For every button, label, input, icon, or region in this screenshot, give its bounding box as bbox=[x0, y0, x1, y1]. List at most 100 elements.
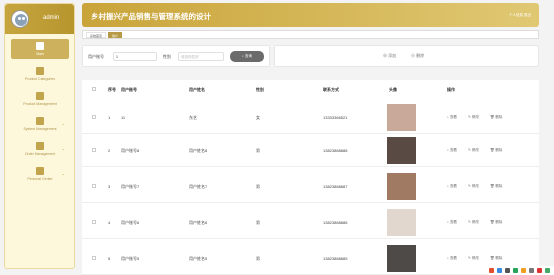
search-button[interactable]: ⌕ 查询 bbox=[230, 51, 264, 62]
app-icon[interactable] bbox=[529, 268, 534, 273]
edit-button[interactable]: ✎ 修改 bbox=[468, 256, 479, 261]
row-account: 用户账号7 bbox=[121, 184, 140, 189]
sidebar-item-home[interactable]: Main bbox=[11, 39, 69, 59]
select-all-checkbox[interactable] bbox=[92, 87, 96, 91]
row-checkbox[interactable] bbox=[92, 256, 96, 260]
row-checkbox[interactable] bbox=[92, 115, 96, 119]
delete-label: 删除 bbox=[495, 148, 503, 152]
sidebar-item-products[interactable]: Product Management bbox=[11, 89, 69, 106]
action-panel: ⊕ 添加 ⊖ 删除 bbox=[274, 45, 539, 67]
sidebar-item-label: System Management bbox=[23, 127, 57, 131]
delete-button[interactable]: 🗑 删除 bbox=[490, 115, 502, 120]
breadcrumb-home[interactable]: 系统首页 bbox=[86, 32, 107, 38]
row-index: 3 bbox=[108, 184, 111, 189]
row-gender: 男 bbox=[256, 148, 260, 153]
sidebar-item-categories[interactable]: Product Categories bbox=[11, 64, 69, 81]
app-icon[interactable] bbox=[505, 268, 510, 273]
edit-button[interactable]: ✎ 修改 bbox=[468, 115, 479, 120]
view-button[interactable]: ⌕ 查看 bbox=[447, 148, 457, 153]
delete-button[interactable]: 🗑 删除 bbox=[490, 184, 502, 189]
app-icon[interactable] bbox=[497, 268, 502, 273]
user-photo bbox=[387, 173, 416, 200]
app-icon[interactable] bbox=[521, 268, 526, 273]
header-actions: 操作 bbox=[447, 87, 455, 92]
breadcrumb-current[interactable]: 用户 bbox=[108, 32, 123, 38]
sidebar-item-profile[interactable]: Personal Center ⌄ bbox=[11, 164, 69, 181]
edit-button[interactable]: ✎ 修改 bbox=[468, 148, 479, 153]
row-account: 11 bbox=[121, 115, 126, 120]
header-phone[interactable]: 联系方式 bbox=[323, 87, 339, 93]
table-row: 4 用户账号6 用户姓名6 男 13823888886 ⌕ 查看 ✎ 修改 🗑 删除 bbox=[82, 206, 539, 239]
view-label: 查看 bbox=[449, 148, 457, 152]
delete-label: 删除 bbox=[495, 115, 503, 119]
user-photo bbox=[387, 245, 416, 272]
user-icon bbox=[36, 167, 44, 175]
table-row: 2 用户账号8 用户姓名8 男 13823888888 ⌕ 查看 ✎ 修改 🗑 删除 bbox=[82, 134, 539, 167]
bulk-delete-label: 删除 bbox=[416, 53, 425, 58]
breadcrumb: 系统首页 用户 bbox=[82, 30, 539, 39]
table-row: 3 用户账号7 用户姓名7 男 13823888887 ⌕ 查看 ✎ 修改 🗑 删除 bbox=[82, 170, 539, 203]
row-phone: 13823888885 bbox=[323, 256, 348, 261]
row-index: 1 bbox=[108, 115, 111, 120]
home-icon bbox=[36, 42, 44, 50]
edit-label: 修改 bbox=[471, 115, 479, 119]
gender-label: 性别 bbox=[163, 54, 171, 59]
account-label: 用户账号 bbox=[88, 54, 104, 59]
header-name[interactable]: 用户姓名 bbox=[189, 87, 205, 93]
delete-button[interactable]: 🗑 删除 bbox=[490, 148, 502, 153]
sidebar-item-system[interactable]: System Management ⌄ bbox=[11, 114, 69, 131]
row-checkbox[interactable] bbox=[92, 184, 96, 188]
view-label: 查看 bbox=[449, 184, 457, 188]
view-button[interactable]: ⌕ 查看 bbox=[447, 220, 457, 225]
search-toolbar: 用户账号 1 性别 请选择性别 ⌕ 查询 ⊕ 添加 ⊖ 删除 bbox=[82, 45, 539, 67]
add-button[interactable]: ⊕ 添加 bbox=[383, 53, 396, 59]
sidebar-item-label: Product Categories bbox=[25, 77, 55, 81]
row-account: 用户账号6 bbox=[121, 220, 140, 225]
header-gender[interactable]: 性别 bbox=[256, 87, 264, 93]
sidebar-item-orders[interactable]: Order Management ⌄ bbox=[11, 139, 69, 156]
row-phone: 13823888887 bbox=[323, 184, 348, 189]
row-checkbox[interactable] bbox=[92, 220, 96, 224]
delete-label: 删除 bbox=[495, 256, 503, 260]
header-avatar[interactable]: 头像 bbox=[389, 87, 397, 93]
view-button[interactable]: ⌕ 查看 bbox=[447, 184, 457, 189]
header-user-links[interactable]: 个人信息 退出 bbox=[509, 13, 531, 18]
edit-label: 修改 bbox=[471, 220, 479, 224]
search-button-label: 查询 bbox=[244, 54, 252, 58]
header-account[interactable]: 用户账号 bbox=[121, 87, 137, 93]
user-photo bbox=[387, 104, 416, 131]
row-index: 5 bbox=[108, 256, 111, 261]
product-icon bbox=[36, 92, 44, 100]
app-icon[interactable] bbox=[545, 268, 550, 273]
user-photo bbox=[387, 137, 416, 164]
account-input[interactable]: 1 bbox=[113, 52, 157, 61]
app-icon[interactable] bbox=[513, 268, 518, 273]
delete-button[interactable]: 🗑 删除 bbox=[490, 256, 502, 261]
view-label: 查看 bbox=[449, 220, 457, 224]
view-label: 查看 bbox=[449, 115, 457, 119]
order-icon bbox=[36, 142, 44, 150]
table-row: 5 用户账号5 用户姓名5 男 13823888885 ⌕ 查看 ✎ 修改 🗑 删除 bbox=[82, 242, 539, 275]
app-icon[interactable] bbox=[537, 268, 542, 273]
user-photo bbox=[387, 209, 416, 236]
row-checkbox[interactable] bbox=[92, 148, 96, 152]
row-account: 用户账号8 bbox=[121, 148, 140, 153]
sidebar-item-label: Personal Center bbox=[27, 177, 53, 181]
delete-label: 删除 bbox=[495, 220, 503, 224]
row-name: 用户姓名6 bbox=[189, 220, 208, 225]
bulk-delete-button[interactable]: ⊖ 删除 bbox=[411, 53, 424, 59]
view-button[interactable]: ⌕ 查看 bbox=[447, 256, 457, 261]
row-name: 用户姓名5 bbox=[189, 256, 208, 261]
row-account: 用户账号5 bbox=[121, 256, 140, 261]
delete-button[interactable]: 🗑 删除 bbox=[490, 220, 502, 225]
view-button[interactable]: ⌕ 查看 bbox=[447, 115, 457, 120]
edit-button[interactable]: ✎ 修改 bbox=[468, 220, 479, 225]
view-label: 查看 bbox=[449, 256, 457, 260]
edit-button[interactable]: ✎ 修改 bbox=[468, 184, 479, 189]
app-icon[interactable] bbox=[489, 268, 494, 273]
gender-select[interactable]: 请选择性别 bbox=[178, 52, 224, 61]
table-row: 1 11 东艺女 13333366521 ⌕ 查看 ✎ 修改 🗑 删除 bbox=[82, 101, 539, 134]
row-index: 2 bbox=[108, 148, 111, 153]
grid-icon bbox=[36, 117, 44, 125]
row-gender: 男 bbox=[256, 220, 260, 225]
